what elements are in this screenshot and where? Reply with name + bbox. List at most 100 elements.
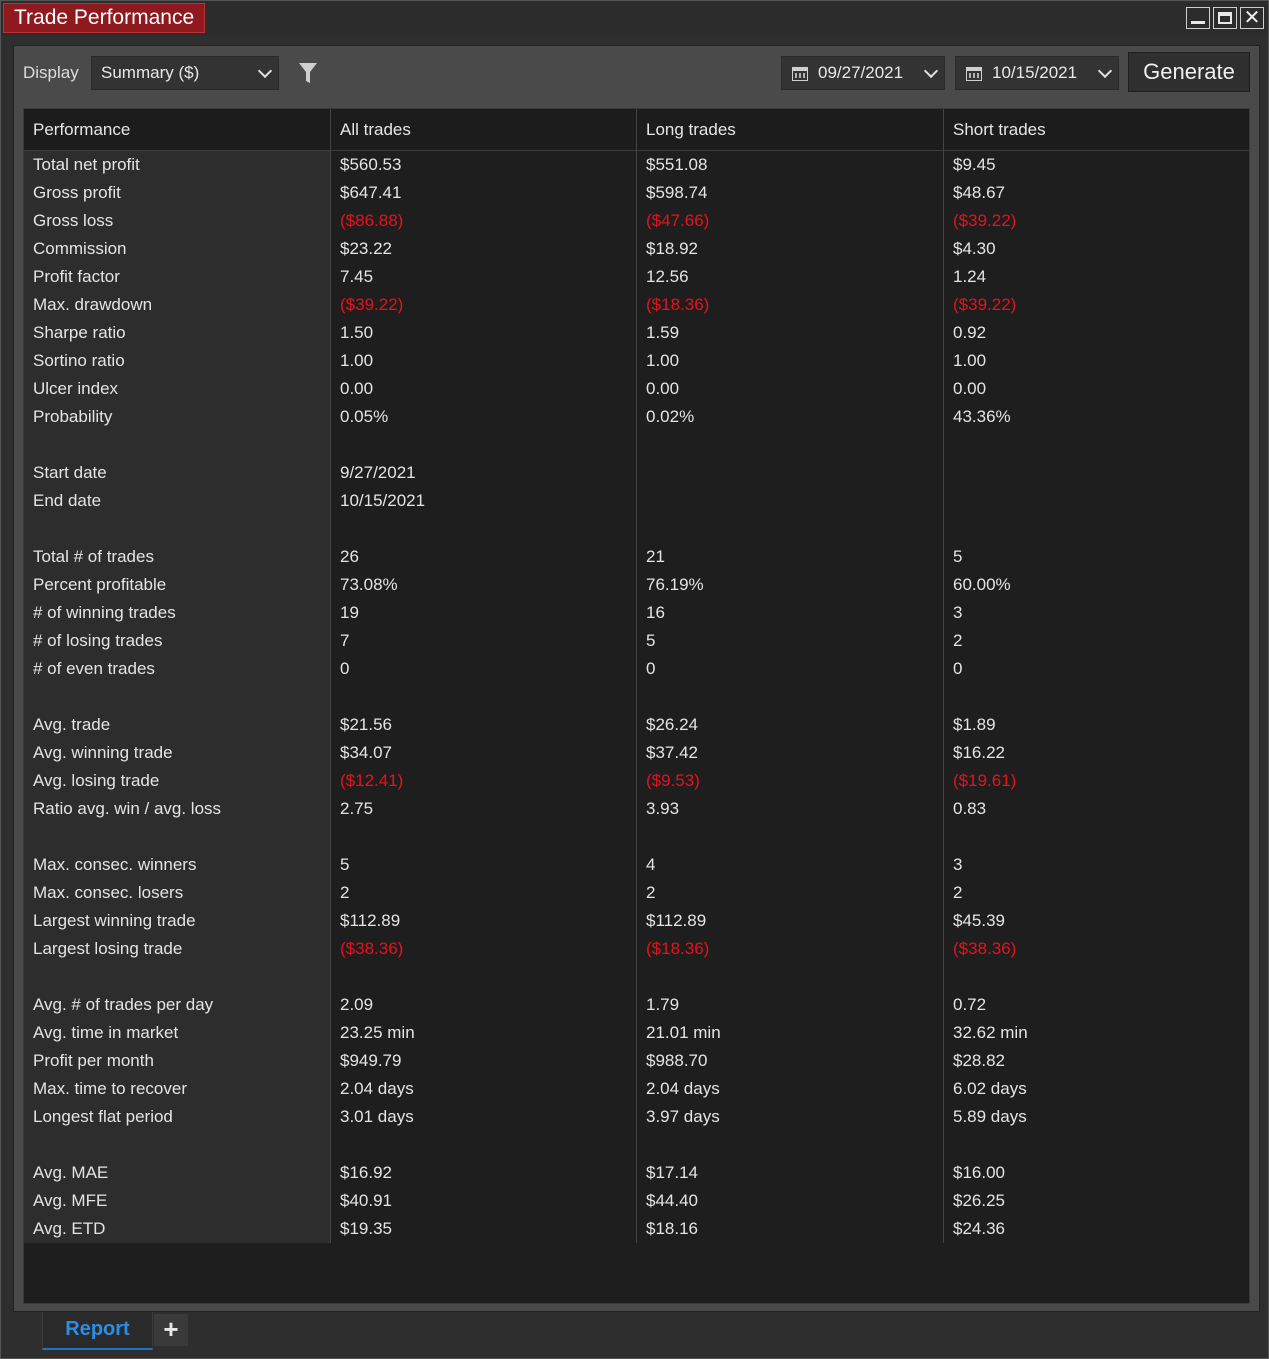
all-trades-value: $23.22 bbox=[340, 239, 392, 258]
all-trades-value: 2.04 days bbox=[340, 1079, 414, 1098]
table-row: Gross loss ($86.88) ($47.66) ($39.22) bbox=[24, 207, 1249, 235]
long-trades-value: $18.16 bbox=[646, 1219, 698, 1238]
minimize-icon[interactable] bbox=[1186, 7, 1210, 29]
all-trades-value: $560.53 bbox=[340, 155, 402, 174]
short-trades-value: 3 bbox=[953, 603, 963, 622]
maximize-icon[interactable] bbox=[1213, 7, 1237, 29]
all-trades-value: 2.09 bbox=[340, 995, 374, 1014]
short-trades-value: 3 bbox=[953, 855, 963, 874]
short-trades-value: $26.25 bbox=[953, 1191, 1005, 1210]
header-all-trades[interactable]: All trades bbox=[331, 109, 411, 151]
all-trades-value: $112.89 bbox=[340, 911, 401, 930]
calendar-icon bbox=[966, 67, 982, 81]
performance-grid: Performance All trades Long trades Short… bbox=[23, 108, 1250, 1304]
short-trades-value: $9.45 bbox=[953, 155, 996, 174]
table-row: Longest flat period 3.01 days 3.97 days 5.8… bbox=[24, 1103, 1249, 1131]
short-trades-value: 1.24 bbox=[953, 267, 987, 286]
long-trades-value: 1.59 bbox=[646, 323, 680, 342]
row-label: Total net profit bbox=[33, 155, 140, 174]
chevron-down-icon bbox=[1097, 63, 1113, 79]
table-row: End date 10/15/2021 bbox=[24, 487, 1249, 515]
table-row: Avg. MAE $16.92 $17.14 $16.00 bbox=[24, 1159, 1249, 1187]
table-row: Sortino ratio 1.00 1.00 1.00 bbox=[24, 347, 1249, 375]
long-trades-value: $17.14 bbox=[646, 1163, 698, 1182]
short-trades-value: 2 bbox=[953, 883, 963, 902]
short-trades-value: $48.67 bbox=[953, 183, 1005, 202]
row-label: # of losing trades bbox=[33, 631, 163, 650]
filter-icon[interactable] bbox=[298, 61, 318, 85]
long-trades-value bbox=[637, 459, 646, 487]
generate-button[interactable]: Generate bbox=[1128, 52, 1250, 92]
short-trades-value: $24.36 bbox=[953, 1219, 1005, 1238]
row-label: Avg. MFE bbox=[33, 1191, 108, 1210]
table-row: Avg. time in market 23.25 min 21.01 min 32.… bbox=[24, 1019, 1249, 1047]
trade-performance-window: Trade Performance ✕ Display Summary ($) … bbox=[0, 0, 1269, 1359]
tab-report[interactable]: Report bbox=[42, 1312, 153, 1350]
all-trades-value: 1.00 bbox=[340, 351, 374, 370]
short-trades-value: $1.89 bbox=[953, 715, 996, 734]
short-trades-value: 0 bbox=[953, 659, 963, 678]
table-row: Sharpe ratio 1.50 1.59 0.92 bbox=[24, 319, 1249, 347]
short-trades-value bbox=[944, 487, 953, 515]
table-row: Commission $23.22 $18.92 $4.30 bbox=[24, 235, 1249, 263]
all-trades-value: 9/27/2021 bbox=[340, 463, 416, 482]
short-trades-value: 43.36% bbox=[953, 407, 1011, 426]
short-trades-value bbox=[944, 459, 953, 487]
long-trades-value: 4 bbox=[646, 855, 656, 874]
add-tab-button[interactable]: + bbox=[154, 1314, 188, 1346]
long-trades-value: 2.04 days bbox=[646, 1079, 720, 1098]
long-trades-value: $18.92 bbox=[646, 239, 698, 258]
long-trades-value: $26.24 bbox=[646, 715, 698, 734]
row-label: Probability bbox=[33, 407, 113, 426]
display-label: Display bbox=[23, 63, 79, 82]
table-row: Avg. losing trade ($12.41) ($9.53) ($19.61) bbox=[24, 767, 1249, 795]
short-trades-value: 1.00 bbox=[953, 351, 987, 370]
header-long-trades[interactable]: Long trades bbox=[637, 109, 736, 151]
row-label: Ulcer index bbox=[33, 379, 119, 398]
header-performance[interactable]: Performance bbox=[24, 109, 130, 151]
long-trades-value: 16 bbox=[646, 603, 665, 622]
row-label: Max. drawdown bbox=[33, 295, 153, 314]
table-row: Max. consec. winners 5 4 3 bbox=[24, 851, 1249, 879]
table-row: Probability 0.05% 0.02% 43.36% bbox=[24, 403, 1249, 431]
window-controls: ✕ bbox=[1186, 7, 1264, 29]
long-trades-value: 12.56 bbox=[646, 267, 689, 286]
end-date-picker[interactable]: 10/15/2021 bbox=[955, 56, 1119, 90]
row-label: Profit per month bbox=[33, 1051, 154, 1070]
row-label: Profit factor bbox=[33, 267, 120, 286]
calendar-icon bbox=[792, 67, 808, 81]
short-trades-value: 0.00 bbox=[953, 379, 987, 398]
long-trades-value: 0 bbox=[646, 659, 656, 678]
row-label: Largest winning trade bbox=[33, 911, 196, 930]
all-trades-value: ($12.41) bbox=[340, 771, 404, 790]
row-label: Avg. time in market bbox=[33, 1023, 179, 1042]
header-short-trades[interactable]: Short trades bbox=[944, 109, 1046, 151]
title-bar[interactable]: Trade Performance ✕ bbox=[1, 1, 1268, 35]
table-row: Ratio avg. win / avg. loss 2.75 3.93 0.83 bbox=[24, 795, 1249, 823]
long-trades-value: $598.74 bbox=[646, 183, 708, 202]
short-trades-value: $45.39 bbox=[953, 911, 1005, 930]
row-label: # of even trades bbox=[33, 659, 155, 678]
long-trades-value: 3.97 days bbox=[646, 1107, 720, 1126]
long-trades-value: 1.79 bbox=[646, 995, 680, 1014]
display-select-value: Summary ($) bbox=[101, 63, 200, 82]
row-label: Max. time to recover bbox=[33, 1079, 187, 1098]
spacer-row bbox=[24, 1131, 1249, 1159]
long-trades-value: $44.40 bbox=[646, 1191, 698, 1210]
table-row: Avg. MFE $40.91 $44.40 $26.25 bbox=[24, 1187, 1249, 1215]
long-trades-value: $551.08 bbox=[646, 155, 708, 174]
close-icon[interactable]: ✕ bbox=[1240, 7, 1264, 29]
long-trades-value: 76.19% bbox=[646, 575, 704, 594]
all-trades-value: 7 bbox=[340, 631, 350, 650]
display-select[interactable]: Summary ($) bbox=[91, 56, 279, 90]
chevron-down-icon bbox=[923, 63, 939, 79]
row-label: End date bbox=[33, 491, 102, 510]
row-label: Avg. trade bbox=[33, 715, 111, 734]
long-trades-value: $112.89 bbox=[646, 911, 707, 930]
end-date-value: 10/15/2021 bbox=[992, 63, 1078, 82]
row-label: Largest losing trade bbox=[33, 939, 183, 958]
start-date-picker[interactable]: 09/27/2021 bbox=[781, 56, 945, 90]
short-trades-value: 2 bbox=[953, 631, 963, 650]
row-label: Gross loss bbox=[33, 211, 114, 230]
long-trades-value: 1.00 bbox=[646, 351, 680, 370]
